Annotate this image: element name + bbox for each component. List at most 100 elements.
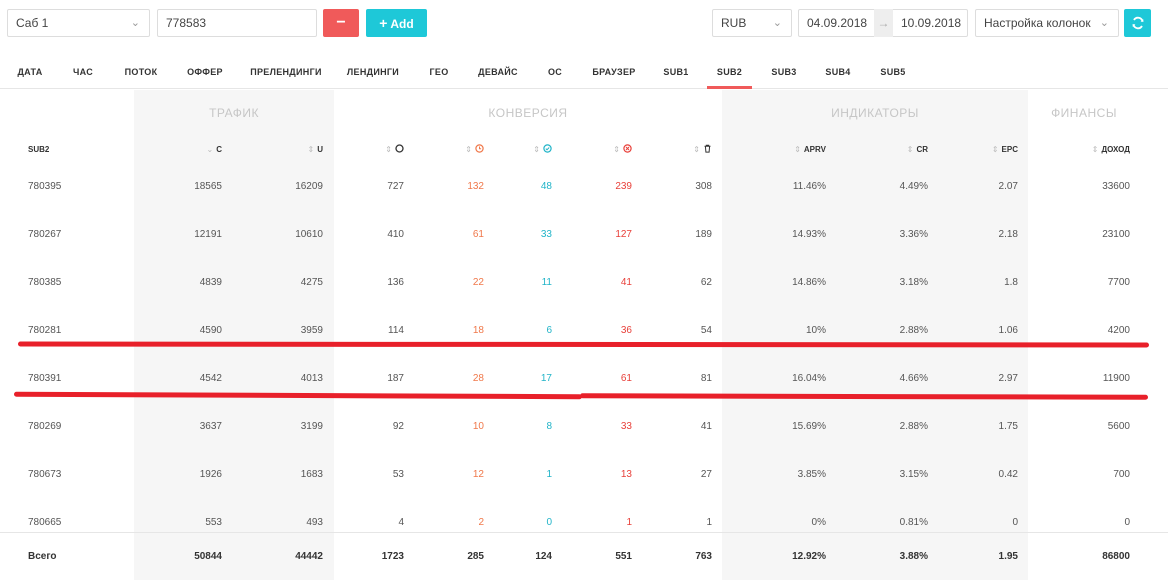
tab-device[interactable]: ДЕВАЙС <box>470 57 526 89</box>
cell-aprv: 10% <box>805 325 826 336</box>
tab-sub5[interactable]: SUB5 <box>873 57 913 89</box>
cell-sub2: 780269 <box>28 421 62 432</box>
col-header-u[interactable]: ⇕ U <box>260 144 323 156</box>
refresh-icon <box>1132 16 1143 30</box>
cell-u: 3199 <box>300 421 323 432</box>
tab-sub3[interactable]: SUB3 <box>764 57 804 89</box>
clock-icon <box>475 144 484 153</box>
columns-settings-select[interactable]: Настройка колонок ⌄ <box>975 9 1119 37</box>
cell-c: 3637 <box>199 421 222 432</box>
cell-income: 4200 <box>1107 325 1130 336</box>
cell-sub2: 780385 <box>28 277 62 288</box>
col-header-epc-label: EPC <box>1001 145 1018 154</box>
tab-geo[interactable]: ГЕО <box>422 57 456 89</box>
group-by-select-value: Саб 1 <box>16 16 49 30</box>
group-header-finance: ФИНАНСЫ <box>1051 106 1117 120</box>
cell-c: 50844 <box>194 551 222 562</box>
cell-approved: 6 <box>546 325 552 336</box>
tab-sub1[interactable]: SUB1 <box>656 57 696 89</box>
col-header-income[interactable]: ⇕ ДОХОД <box>1060 144 1130 156</box>
cell-pending: 12 <box>472 469 484 480</box>
cell-aprv: 11.46% <box>792 181 826 192</box>
tab-sub2[interactable]: SUB2 <box>707 57 752 89</box>
cell-epc: 1.95 <box>998 551 1018 562</box>
cell-epc: 2.18 <box>998 229 1018 240</box>
col-header-u-label: U <box>317 145 323 154</box>
search-input[interactable]: 778583 <box>157 9 317 37</box>
cell-total: 114 <box>388 325 404 336</box>
cell-u: 44442 <box>295 551 323 562</box>
cell-trash: 27 <box>700 469 712 480</box>
annotation-stroke <box>17 341 1150 348</box>
search-input-value: 778583 <box>166 16 207 30</box>
col-header-c[interactable]: ⌄ C <box>160 144 222 156</box>
cell-income: 23100 <box>1102 229 1130 240</box>
cell-pending: 61 <box>472 229 484 240</box>
cell-u: 1683 <box>300 469 323 480</box>
tab-date[interactable]: ДАТА <box>10 57 50 89</box>
cell-epc: 0.42 <box>998 469 1018 480</box>
cell-cr: 2.88% <box>899 325 928 336</box>
cell-cr: 4.66% <box>899 373 928 384</box>
tab-sub4[interactable]: SUB4 <box>818 57 858 89</box>
plus-icon: + <box>379 15 388 31</box>
tab-landings[interactable]: ЛЕНДИНГИ <box>340 57 406 89</box>
cell-rejected: 551 <box>615 551 632 562</box>
tab-hour[interactable]: ЧАС <box>66 57 100 89</box>
cell-sub2: 780281 <box>28 325 62 336</box>
cell-epc: 1.8 <box>1004 277 1018 288</box>
chevron-down-icon: ⌄ <box>772 17 782 29</box>
chevron-down-icon: ⌄ <box>130 17 140 29</box>
cell-sub2: Всего <box>28 551 57 562</box>
cell-income: 86800 <box>1102 551 1130 562</box>
tab-offer[interactable]: ОФФЕР <box>180 57 230 89</box>
col-header-rejected[interactable]: ⇕ <box>590 144 632 156</box>
cell-trash: 62 <box>700 277 712 288</box>
add-button[interactable]: + Add <box>366 9 427 37</box>
col-header-aprv[interactable]: ⇕ APRV <box>770 144 826 156</box>
cell-rejected: 127 <box>615 229 632 240</box>
add-button-label: Add <box>390 17 414 31</box>
cell-trash: 1 <box>706 517 712 528</box>
cell-aprv: 3.85% <box>797 469 826 480</box>
cell-rejected: 33 <box>620 421 632 432</box>
col-header-epc[interactable]: ⇕ EPC <box>968 144 1018 156</box>
cell-epc: 2.07 <box>998 181 1018 192</box>
cell-aprv: 12.92% <box>792 551 826 562</box>
tab-os[interactable]: ОС <box>540 57 570 89</box>
cell-cr: 3.15% <box>899 469 928 480</box>
tab-prelandings[interactable]: ПРЕЛЕНДИНГИ <box>246 57 326 89</box>
cell-aprv: 16.04% <box>792 373 826 384</box>
remove-button[interactable]: − <box>323 9 359 37</box>
col-header-pending[interactable]: ⇕ <box>440 144 484 156</box>
col-header-c-label: C <box>216 145 222 154</box>
annotation-stroke <box>579 393 1149 400</box>
tab-browser[interactable]: БРАУЗЕР <box>586 57 642 89</box>
cell-pending: 285 <box>467 551 484 562</box>
group-header-traffic: ТРАФИК <box>209 106 259 120</box>
col-header-total[interactable]: ⇕ <box>360 144 404 156</box>
cell-approved: 1 <box>546 469 552 480</box>
cell-cr: 0.81% <box>899 517 928 528</box>
cell-trash: 54 <box>700 325 712 336</box>
cell-total: 4 <box>398 517 404 528</box>
group-by-select[interactable]: Саб 1 ⌄ <box>7 9 150 37</box>
col-header-approved[interactable]: ⇕ <box>510 144 552 156</box>
group-header-conversion: КОНВЕРСИЯ <box>488 106 568 120</box>
arrow-right-icon: → <box>874 9 893 37</box>
refresh-button[interactable] <box>1124 9 1151 37</box>
cell-income: 0 <box>1124 517 1130 528</box>
col-header-cr[interactable]: ⇕ CR <box>880 144 928 156</box>
group-header-indicators: ИНДИКАТОРЫ <box>831 106 919 120</box>
currency-select[interactable]: RUB ⌄ <box>712 9 792 37</box>
tab-flow[interactable]: ПОТОК <box>116 57 166 89</box>
cell-total: 410 <box>387 229 404 240</box>
cell-c: 1926 <box>199 469 222 480</box>
col-header-income-label: ДОХОД <box>1101 145 1130 154</box>
sort-icon: ⇕ <box>465 145 472 154</box>
cell-approved: 11 <box>541 277 552 288</box>
cell-u: 16209 <box>295 181 323 192</box>
col-header-trash[interactable]: ⇕ <box>670 144 712 156</box>
col-header-sub2[interactable]: SUB2 <box>28 144 49 156</box>
sort-icon: ⇕ <box>693 145 700 154</box>
